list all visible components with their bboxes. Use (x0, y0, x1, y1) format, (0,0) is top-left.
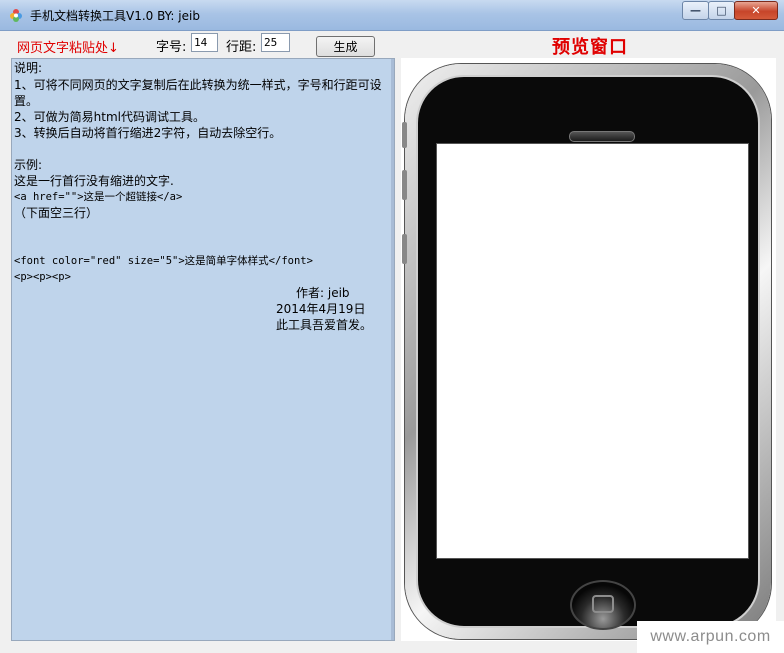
watermark: www.arpun.com (637, 621, 784, 653)
editor-line: 示例: (14, 158, 43, 172)
editor-line: 这是一行首行没有缩进的文字. (14, 174, 174, 188)
app-flower-icon (10, 9, 22, 22)
minimize-button[interactable]: — (682, 1, 709, 20)
generate-button[interactable]: 生成 (316, 36, 375, 57)
note-line: 此工具吾爱首发。 (276, 318, 373, 332)
close-button[interactable]: ✕ (734, 1, 778, 20)
home-button-icon (570, 580, 636, 630)
text-editor[interactable]: 说明: 1、可将不同网页的文字复制后在此转换为统一样式，字号和行距可设 置。 2… (11, 58, 395, 641)
editor-border (391, 59, 394, 640)
phone-side-button (402, 234, 407, 264)
window-title: 手机文档转换工具V1.0 BY: jeib (30, 9, 200, 23)
editor-line: <font color="red" size="5">这是简单字体样式</fon… (14, 255, 313, 267)
phone-side-button (402, 122, 407, 148)
line-spacing-input[interactable] (261, 33, 290, 52)
editor-line: <p><p><p> (14, 271, 71, 283)
toolbar: 网页文字粘贴处↓ 字号: 行距: 生成 预览窗口 (0, 31, 784, 58)
preview-screen[interactable] (436, 143, 749, 559)
editor-line: 置。 (14, 94, 39, 108)
phone-side-button (402, 170, 407, 200)
editor-line: 说明: (14, 61, 43, 75)
phone-speaker (569, 131, 635, 142)
paste-area-label: 网页文字粘贴处↓ (17, 41, 119, 56)
title-bar[interactable]: 手机文档转换工具V1.0 BY: jeib — □ ✕ (0, 0, 784, 31)
preview-title: 预览窗口 (552, 37, 628, 58)
window-controls: — □ ✕ (682, 1, 778, 20)
date-line: 2014年4月19日 (276, 302, 366, 316)
preview-panel (401, 58, 776, 641)
line-spacing-label: 行距: (226, 40, 257, 55)
font-size-label: 字号: (156, 40, 187, 55)
author-line: 作者: jeib (296, 286, 350, 300)
editor-line: <a href="">这是一个超链接</a> (14, 191, 183, 203)
maximize-button[interactable]: □ (708, 1, 735, 20)
phone-frame (402, 64, 771, 639)
font-size-input[interactable] (191, 33, 218, 52)
editor-line: 1、可将不同网页的文字复制后在此转换为统一样式，字号和行距可设 (14, 78, 382, 92)
home-square-icon (592, 595, 614, 613)
editor-line: 3、转换后自动将首行缩进2字符，自动去除空行。 (14, 126, 282, 140)
editor-line: 2、可做为简易html代码调试工具。 (14, 110, 205, 124)
editor-line: （下面空三行） (14, 206, 99, 220)
